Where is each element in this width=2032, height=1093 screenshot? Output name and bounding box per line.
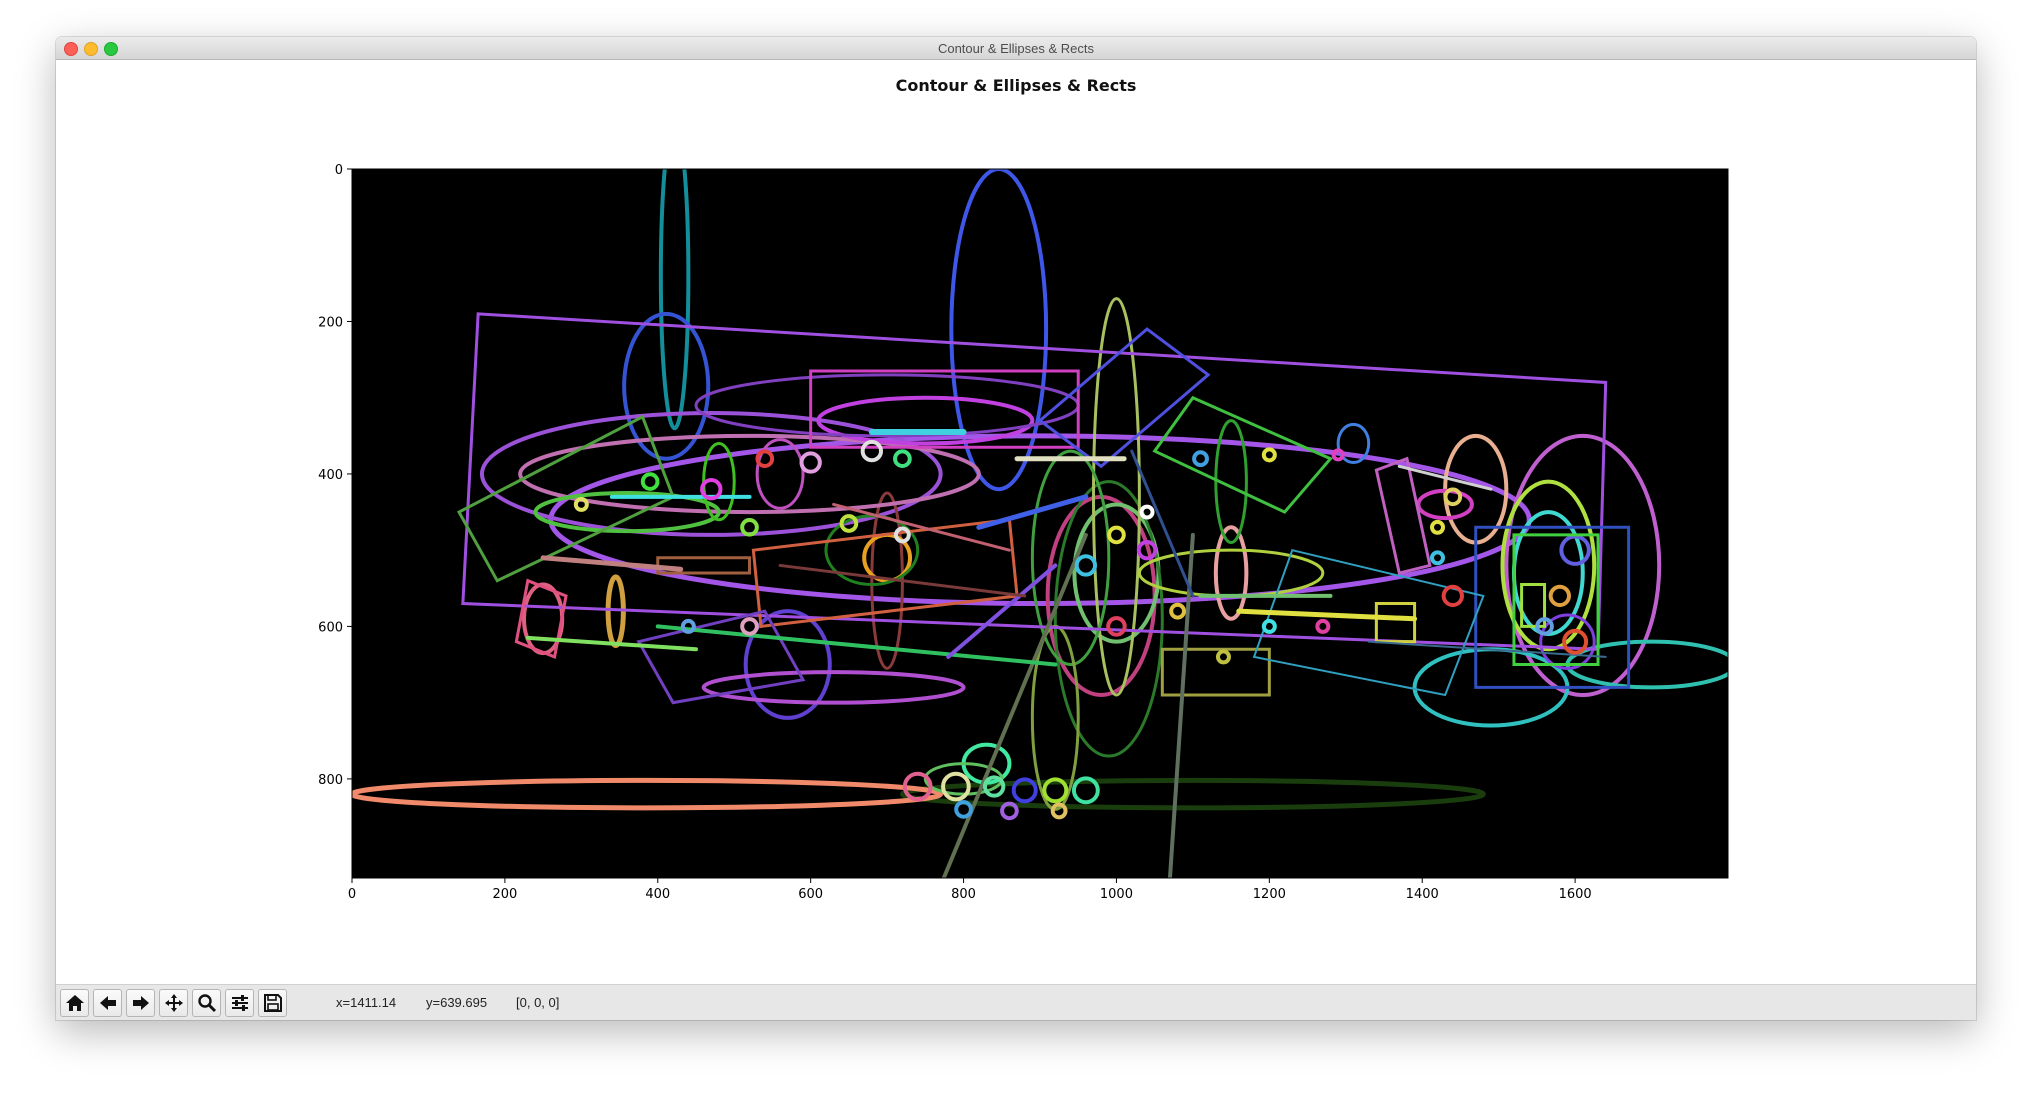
forward-icon (132, 996, 149, 1010)
pan-icon (164, 994, 183, 1012)
cursor-y-readout: y=639.695 (426, 995, 488, 1010)
y-tick-label: 600 (318, 620, 343, 635)
back-button[interactable] (93, 989, 122, 1017)
y-tick-label: 400 (318, 468, 343, 483)
navigation-toolbar: x=1411.14 y=639.695 [0, 0, 0] (56, 984, 1976, 1020)
zoom-icon (197, 994, 216, 1013)
cursor-x-readout: x=1411.14 (336, 995, 397, 1010)
x-tick-label: 1600 (1559, 887, 1592, 902)
x-tick-label: 400 (645, 887, 670, 902)
y-tick-label: 200 (318, 315, 343, 330)
x-tick-label: 1400 (1406, 887, 1439, 902)
x-tick-label: 1200 (1253, 887, 1286, 902)
configure-subplots-icon (231, 995, 248, 1011)
x-tick-label: 200 (492, 887, 517, 902)
x-tick-label: 1000 (1100, 887, 1133, 902)
window-title: Contour & Ellipses & Rects (937, 41, 1095, 56)
zoom-button[interactable] (192, 989, 221, 1017)
configure-subplots-button[interactable] (225, 989, 254, 1017)
app-window: Contour & Ellipses & Rects Contour & Ell… (56, 37, 1976, 1020)
figure-canvas[interactable]: Contour & Ellipses & Rects 0 200 400 600 800… (56, 60, 1976, 984)
plot-area[interactable]: 0 200 400 600 800 1000 1200 1400 1600 0 200 400 600 8… (56, 60, 1976, 984)
x-tick-label: 0 (348, 887, 356, 902)
pan-button[interactable] (159, 989, 188, 1017)
save-button[interactable] (258, 989, 287, 1017)
forward-button[interactable] (126, 989, 155, 1017)
save-icon (263, 994, 282, 1012)
pixel-value-readout: [0, 0, 0] (516, 995, 560, 1010)
back-icon (99, 996, 116, 1010)
x-tick-label: 600 (798, 887, 823, 902)
home-icon (65, 995, 84, 1011)
x-tick-label: 800 (951, 887, 976, 902)
title-bar: Contour & Ellipses & Rects (56, 37, 1976, 60)
home-button[interactable] (60, 989, 89, 1017)
y-tick-label: 0 (335, 163, 343, 178)
y-tick-label: 800 (318, 773, 343, 788)
